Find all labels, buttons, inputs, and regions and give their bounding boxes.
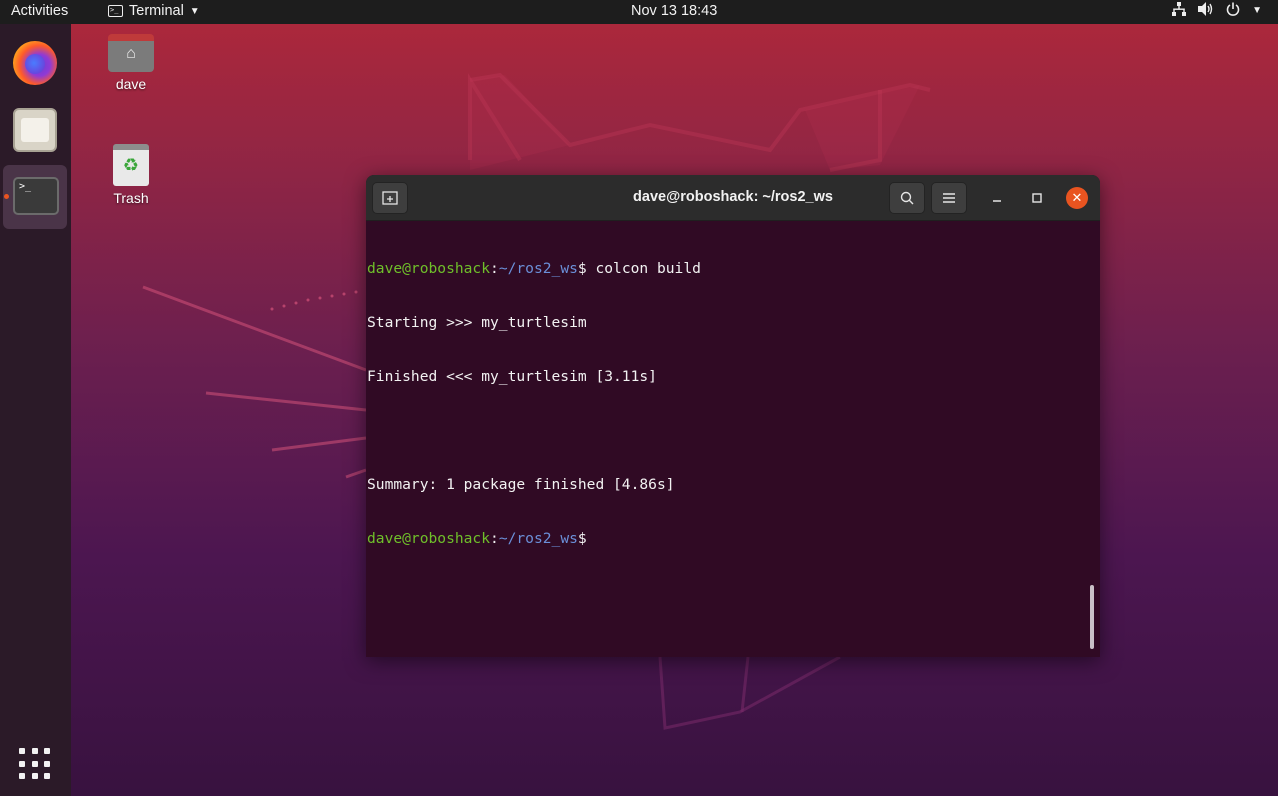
network-icon[interactable] xyxy=(1172,2,1187,19)
app-menu[interactable]: >_ Terminal ▼ xyxy=(108,3,200,19)
terminal-window[interactable]: dave@roboshack: ~/ros2_ws ✕ dave@robosha… xyxy=(366,175,1100,657)
terminal-icon: >_ xyxy=(13,177,59,215)
trash-icon: ♻ xyxy=(113,144,149,186)
dock-files[interactable] xyxy=(3,98,67,162)
minimize-icon xyxy=(993,200,1001,202)
command-text: colcon build xyxy=(586,260,701,277)
home-folder-label: dave xyxy=(115,76,147,92)
dock-terminal[interactable]: >_ xyxy=(3,165,67,229)
new-tab-button[interactable] xyxy=(372,182,408,214)
close-button[interactable]: ✕ xyxy=(1066,187,1088,209)
prompt-symbol: $ xyxy=(577,260,587,277)
show-applications-icon[interactable] xyxy=(19,748,51,780)
command-line: dave@roboshack:~/ros2_ws$ colcon build xyxy=(367,260,1099,278)
minimize-button[interactable] xyxy=(987,188,1007,208)
home-folder-icon xyxy=(108,34,154,72)
firefox-icon xyxy=(13,41,57,85)
terminal-output[interactable]: dave@roboshack:~/ros2_ws$ colcon build S… xyxy=(366,221,1100,657)
chevron-down-icon: ▼ xyxy=(189,5,200,17)
menu-button[interactable] xyxy=(931,182,967,214)
new-tab-icon xyxy=(382,191,398,205)
desktop-trash[interactable]: ♻ Trash xyxy=(91,144,171,206)
output-line: Summary: 1 package finished [4.86s] xyxy=(367,476,675,493)
terminal-small-icon: >_ xyxy=(108,5,123,17)
activities-button[interactable]: Activities xyxy=(11,3,68,19)
files-icon xyxy=(13,108,57,152)
top-bar: Activities >_ Terminal ▼ Nov 13 18:43 ▼ xyxy=(0,0,1278,24)
current-prompt-line[interactable]: dave@roboshack:~/ros2_ws$ xyxy=(367,530,1099,548)
power-icon[interactable] xyxy=(1226,2,1240,19)
prompt-separator: : xyxy=(490,530,499,547)
running-indicator xyxy=(4,194,9,199)
maximize-button[interactable] xyxy=(1027,188,1047,208)
app-menu-label: Terminal xyxy=(129,3,184,19)
close-icon: ✕ xyxy=(1071,190,1083,205)
trash-label: Trash xyxy=(113,190,149,206)
dock: >_ xyxy=(0,24,71,796)
volume-icon[interactable] xyxy=(1198,2,1214,19)
output-line: Finished <<< my_turtlesim [3.11s] xyxy=(367,368,657,385)
prompt-user: dave@roboshack xyxy=(367,260,491,277)
chevron-down-icon[interactable]: ▼ xyxy=(1252,5,1262,16)
dock-firefox[interactable] xyxy=(3,30,67,94)
prompt-separator: : xyxy=(490,260,499,277)
prompt-path: ~/ros2_ws xyxy=(498,260,578,277)
desktop-home-folder[interactable]: dave xyxy=(91,34,171,92)
output-line: Starting >>> my_turtlesim xyxy=(367,314,587,331)
prompt-path: ~/ros2_ws xyxy=(498,530,578,547)
prompt-symbol: $ xyxy=(577,530,587,547)
prompt-user: dave@roboshack xyxy=(367,530,491,547)
terminal-titlebar[interactable]: dave@roboshack: ~/ros2_ws ✕ xyxy=(366,175,1100,221)
hamburger-menu-icon xyxy=(943,193,955,203)
maximize-icon xyxy=(1032,193,1042,203)
search-icon xyxy=(900,191,914,205)
scrollbar[interactable] xyxy=(1090,585,1094,649)
search-button[interactable] xyxy=(889,182,925,214)
clock[interactable]: Nov 13 18:43 xyxy=(631,3,717,19)
system-tray[interactable]: ▼ xyxy=(1172,2,1262,19)
